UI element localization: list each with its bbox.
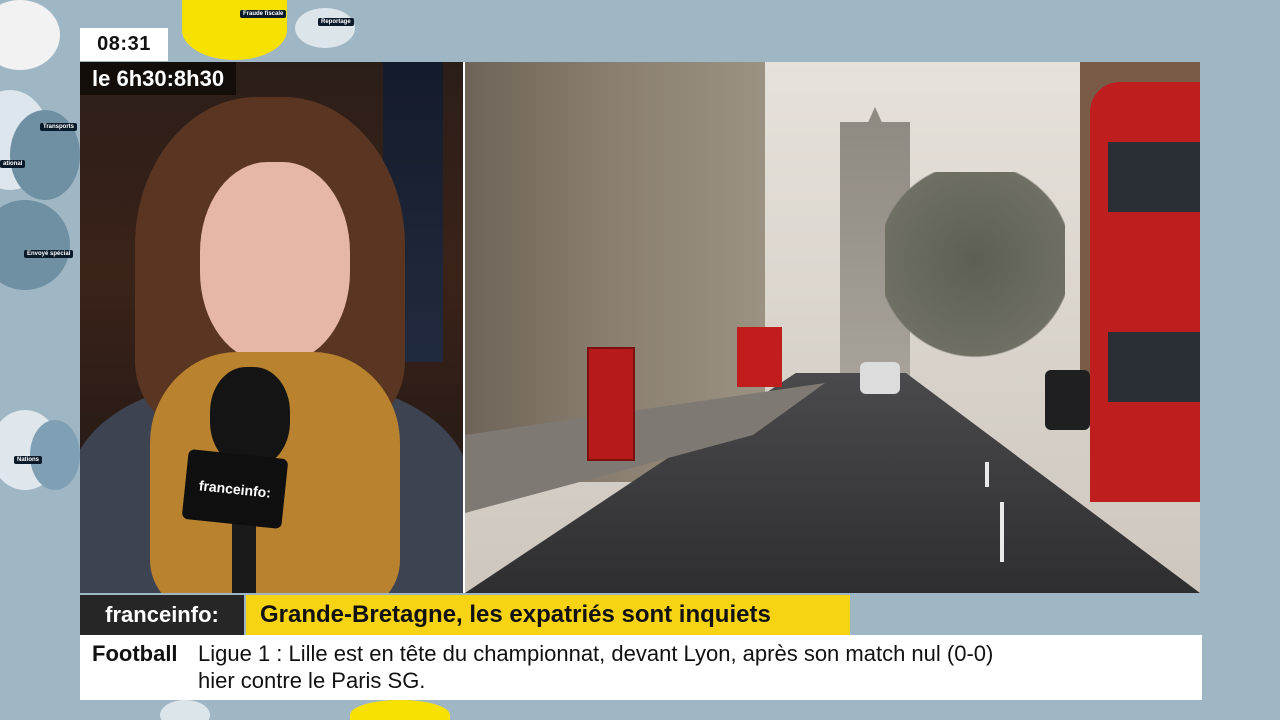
bg-tag-transports: Transports (40, 123, 78, 131)
map-blob (0, 200, 70, 290)
tree (885, 172, 1065, 392)
bus-window (1108, 332, 1200, 402)
reporter-video: franceinfo: (80, 62, 465, 593)
phone-box (587, 347, 635, 461)
lane-marking (985, 462, 989, 487)
bg-tag-reportage: Reportage (318, 18, 354, 26)
map-blob (30, 420, 80, 490)
bg-tag-national: ational (0, 160, 26, 168)
mic-flag-logo: franceinfo: (181, 448, 289, 530)
reporter-face (200, 162, 350, 362)
yellow-map-blob (182, 0, 287, 60)
channel-logo: franceinfo: (80, 595, 244, 635)
bg-tag-fraude: Fraude fiscale (240, 10, 287, 18)
map-blob (0, 0, 60, 70)
bg-tag-nations: Nations (14, 456, 43, 464)
street-video (465, 62, 1200, 593)
bg-tag-envoye: Envoyé spécial (24, 250, 74, 258)
clock: 08:31 (80, 28, 168, 61)
ticker-text-line2: hier contre le Paris SG. (198, 668, 426, 693)
ticker-text-line1: Ligue 1 : Lille est en tête du championn… (198, 641, 994, 666)
car (1045, 370, 1090, 430)
show-time: le 6h30:8h30 (80, 62, 237, 95)
microphone-handle (232, 517, 256, 593)
ticker-category: Football (92, 641, 178, 666)
map-blob (295, 8, 355, 48)
bus-far (737, 327, 782, 387)
car (860, 362, 900, 394)
headline-title: Grande-Bretagne, les expatriés sont inqu… (246, 595, 850, 635)
lane-marking (1000, 502, 1004, 562)
news-ticker: Football Ligue 1 : Lille est en tête du … (80, 635, 1202, 700)
map-blob (160, 700, 210, 720)
bus-window (1108, 142, 1200, 212)
bus-near (1090, 82, 1200, 502)
yellow-map-blob (350, 700, 450, 720)
